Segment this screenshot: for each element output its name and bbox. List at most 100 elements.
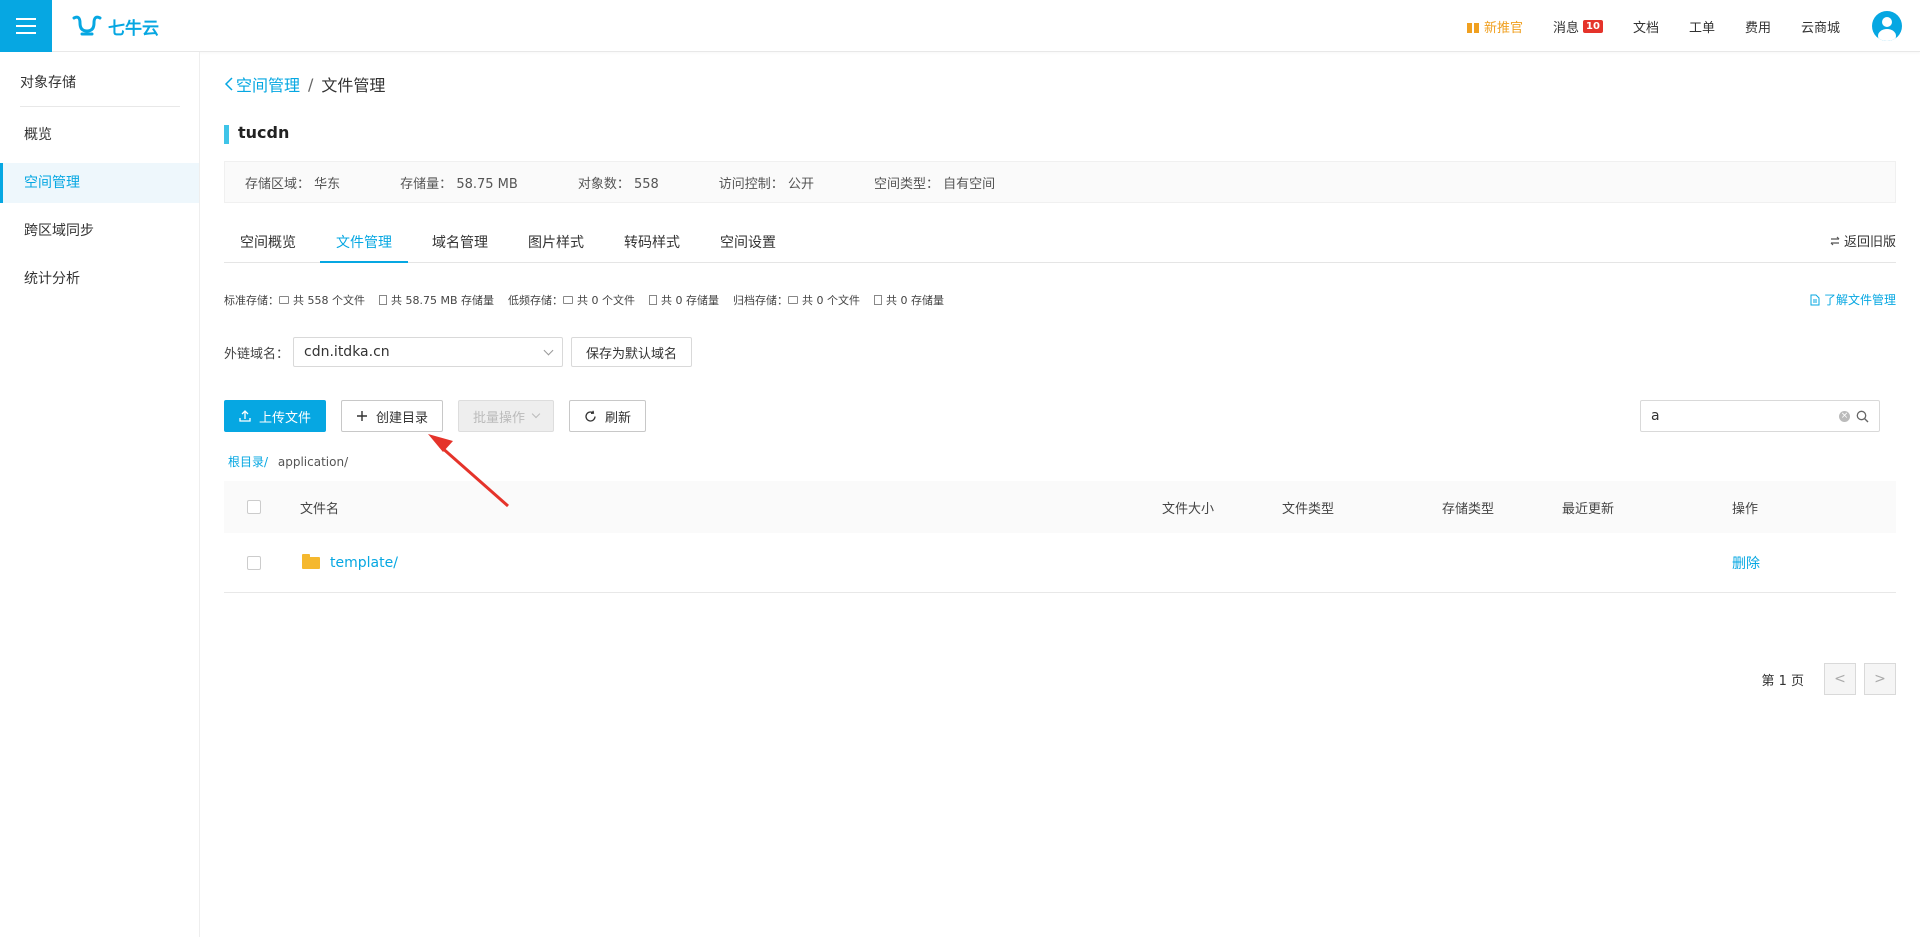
- refresh-button[interactable]: 刷新: [569, 400, 647, 432]
- header-filename: 文件名: [300, 501, 340, 517]
- low-freq-size: 共 0 存储量: [649, 292, 719, 308]
- header-file-size: 文件大小: [1162, 501, 1215, 517]
- upload-file-button[interactable]: 上传文件: [224, 400, 327, 432]
- domain-select[interactable]: cdn.itdka.cn: [293, 337, 564, 367]
- breadcrumb-back-link[interactable]: 空间管理: [224, 72, 300, 96]
- standard-files: 共 558 个文件: [279, 292, 365, 308]
- info-size: 存储量： 58.75 MB: [400, 176, 518, 192]
- sidebar: 对象存储 概览 空间管理 跨区域同步 统计分析: [0, 52, 200, 937]
- chevron-right-icon: >: [1874, 671, 1886, 687]
- learn-file-management-link[interactable]: 了解文件管理: [1810, 291, 1896, 308]
- sidebar-item-cross-region-sync[interactable]: 跨区域同步: [0, 211, 199, 251]
- info-access: 访问控制： 公开: [718, 176, 814, 192]
- sidebar-item-bucket-management[interactable]: 空间管理: [0, 163, 199, 203]
- upload-file-label: 上传文件: [259, 410, 312, 426]
- back-to-old-version-label: 返回旧版: [1843, 235, 1896, 250]
- folder-name-link[interactable]: template/: [330, 555, 398, 571]
- low-freq-storage-label: 低频存储：: [508, 294, 564, 307]
- page-label: 第 1 页: [1761, 673, 1804, 689]
- refresh-icon: [585, 410, 596, 422]
- prev-page-button[interactable]: <: [1824, 663, 1856, 695]
- archive-files: 共 0 个文件: [788, 292, 860, 308]
- folder-icon: [302, 554, 320, 569]
- info-type: 空间类型： 自有空间: [873, 176, 996, 192]
- directory-path: 根目录/ application/: [228, 453, 348, 470]
- learn-link-label: 了解文件管理: [1823, 293, 1896, 307]
- select-all-checkbox[interactable]: [247, 500, 261, 514]
- top-bar: 七牛云 新推官 消息 10 文档 工单 费用 云商城: [0, 0, 1920, 52]
- document-outline-icon: [874, 295, 883, 305]
- tab-image-styles[interactable]: 图片样式: [512, 225, 600, 263]
- header-last-updated: 最近更新: [1562, 501, 1615, 517]
- archive-size: 共 0 存储量: [874, 292, 944, 308]
- chevron-left-icon: [224, 77, 233, 91]
- search-input[interactable]: [1651, 408, 1839, 424]
- batch-operations-label: 批量操作: [473, 410, 526, 426]
- table-row: template/ 删除: [224, 533, 1896, 593]
- header-operations: 操作: [1732, 501, 1759, 517]
- domain-label: 外链域名：: [224, 346, 290, 362]
- domain-select-value: cdn.itdka.cn: [304, 344, 390, 360]
- nav-messages-label: 消息: [1553, 20, 1580, 36]
- tab-file-management[interactable]: 文件管理: [320, 225, 408, 263]
- tab-bucket-settings[interactable]: 空间设置: [704, 225, 792, 263]
- menu-icon[interactable]: [0, 0, 52, 52]
- qiniu-logo-icon: [72, 15, 102, 36]
- upload-icon: [239, 410, 251, 422]
- info-objects: 对象数： 558: [577, 176, 659, 192]
- breadcrumb: 空间管理 / 文件管理: [224, 72, 385, 96]
- pagination: 第 1 页 < >: [1761, 663, 1896, 695]
- search-box: ×: [1640, 400, 1880, 432]
- nav-tickets[interactable]: 工单: [1689, 17, 1715, 36]
- nav-docs[interactable]: 文档: [1633, 17, 1659, 36]
- create-directory-label: 创建目录: [376, 410, 429, 426]
- sidebar-item-overview[interactable]: 概览: [0, 115, 199, 155]
- delete-link[interactable]: 删除: [1732, 553, 1760, 573]
- folder-outline-icon: [279, 296, 289, 304]
- bucket-info-bar: 存储区域： 华东 存储量： 58.75 MB 对象数： 558 访问控制： 公开…: [224, 161, 1896, 203]
- back-to-old-version-link[interactable]: 返回旧版: [1830, 231, 1896, 250]
- clear-icon[interactable]: ×: [1839, 410, 1850, 422]
- file-table: 文件名 文件大小 文件类型 存储类型 最近更新 操作 template/ 删除: [224, 481, 1896, 593]
- file-toolbar: 上传文件 创建目录 批量操作 刷新: [224, 400, 647, 432]
- tab-overview[interactable]: 空间概览: [224, 225, 312, 263]
- storage-stats: 标准存储： 共 558 个文件 共 58.75 MB 存储量 低频存储： 共 0…: [224, 292, 958, 308]
- avatar[interactable]: [1872, 11, 1902, 41]
- save-default-domain-button[interactable]: 保存为默认域名: [571, 337, 693, 367]
- bucket-tabs: 空间概览 文件管理 域名管理 图片样式 转码样式 空间设置 返回旧版: [224, 225, 1896, 263]
- document-icon: [1810, 294, 1820, 305]
- nav-billing[interactable]: 费用: [1745, 17, 1771, 36]
- tab-transcode-styles[interactable]: 转码样式: [608, 225, 696, 263]
- breadcrumb-current: 文件管理: [321, 76, 386, 95]
- table-header: 文件名 文件大小 文件类型 存储类型 最近更新 操作: [224, 481, 1896, 533]
- nav-messages[interactable]: 消息 10: [1553, 17, 1603, 36]
- sidebar-title: 对象存储: [20, 72, 180, 107]
- nav-promo[interactable]: 新推官: [1466, 17, 1523, 36]
- low-freq-files: 共 0 个文件: [563, 292, 635, 308]
- archive-storage-label: 归档存储：: [733, 294, 789, 307]
- folder-outline-icon: [788, 296, 799, 304]
- bucket-name: tucdn: [224, 123, 289, 144]
- swap-icon: [1830, 236, 1840, 245]
- search-icon[interactable]: [1856, 410, 1869, 423]
- batch-operations-button[interactable]: 批量操作: [458, 400, 555, 432]
- tab-domain-management[interactable]: 域名管理: [416, 225, 504, 263]
- plus-icon: [357, 411, 368, 421]
- chevron-left-icon: <: [1834, 671, 1846, 687]
- top-nav: 新推官 消息 10 文档 工单 费用 云商城: [1436, 0, 1840, 52]
- logo-text: 七牛云: [108, 18, 159, 39]
- nav-marketplace[interactable]: 云商城: [1801, 17, 1840, 36]
- breadcrumb-separator: /: [308, 74, 314, 94]
- next-page-button[interactable]: >: [1864, 663, 1896, 695]
- breadcrumb-back-label: 空间管理: [236, 76, 301, 95]
- chevron-down-icon: [531, 409, 541, 419]
- folder-outline-icon: [563, 296, 574, 304]
- path-root-link[interactable]: 根目录/: [228, 455, 268, 469]
- row-checkbox[interactable]: [247, 555, 261, 570]
- header-file-type: 文件类型: [1282, 501, 1335, 517]
- create-directory-button[interactable]: 创建目录: [341, 400, 444, 432]
- path-current: application/: [277, 455, 349, 469]
- logo[interactable]: 七牛云: [72, 14, 159, 39]
- header-storage-type: 存储类型: [1442, 501, 1495, 517]
- sidebar-item-statistics[interactable]: 统计分析: [0, 259, 199, 299]
